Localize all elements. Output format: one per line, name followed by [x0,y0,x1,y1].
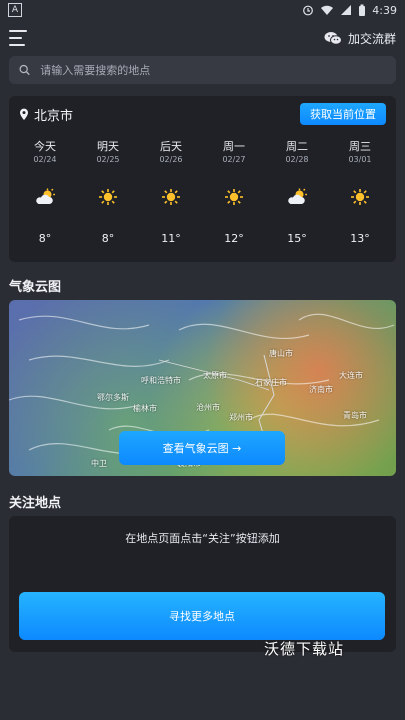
map-label: 榆林市 [133,404,157,413]
view-cloud-map-button[interactable]: 查看气象云图 → [119,431,285,465]
day-temp: 13° [350,232,370,245]
map-label: 石家庄市 [255,378,287,387]
forecast-day: 周二 02/28 15° [267,138,327,245]
map-label: 太原市 [203,371,227,380]
day-date: 02/25 [96,155,120,164]
cloud-map[interactable]: 呼和浩特市 鄂尔多斯 榆林市 太原市 石家庄市 济南市 郑州市 沧州市 青岛市 … [9,300,396,476]
top-bar: 加交流群 [0,24,405,52]
sun-icon [223,188,245,206]
forecast-day: 周一 02/27 12° [204,138,264,245]
cloud-section-title: 气象云图 [9,280,62,295]
map-label: 鄂尔多斯 [97,393,129,402]
day-temp: 11° [161,232,181,245]
forecast-card: 北京市 获取当前位置 今天 02/24 8° 明天 02/25 8° 后天 02/26 11° 周… [9,96,396,262]
forecast-header: 北京市 获取当前位置 [9,96,396,132]
menu-icon[interactable] [9,30,27,46]
map-label: 呼和浩特市 [141,376,181,385]
map-label: 青岛市 [343,411,367,420]
signal-icon [341,5,352,15]
find-more-places-button[interactable]: 寻找更多地点 [19,592,385,640]
day-date: 02/24 [33,155,57,164]
follow-card: 在地点页面点击“关注”按钮添加 寻找更多地点 [9,516,396,652]
cloud-sun-icon [34,188,56,206]
location-name: 北京市 [34,108,74,124]
map-label: 中卫 [91,459,107,468]
search-icon [19,64,30,76]
day-name: 周三 [349,140,371,153]
status-time: 4:39 [372,3,397,17]
sun-icon [160,188,182,206]
map-label: 郑州市 [229,413,253,422]
day-date: 03/01 [348,155,372,164]
join-group-label: 加交流群 [347,31,396,46]
battery-icon [359,4,366,16]
day-name: 周二 [286,140,308,153]
forecast-day: 今天 02/24 8° [15,138,75,245]
get-location-button[interactable]: 获取当前位置 [300,103,386,125]
status-right: 4:39 [302,4,397,17]
map-label: 大连市 [339,371,363,380]
forecast-day: 明天 02/25 8° [78,138,138,245]
day-temp: 12° [224,232,244,245]
map-label: 唐山市 [269,349,293,358]
location: 北京市 [19,105,73,124]
forecast-days: 今天 02/24 8° 明天 02/25 8° 后天 02/26 11° 周一 02/27 12° 周二… [9,138,396,245]
wechat-icon [324,31,342,45]
cloud-sun-icon [286,188,308,206]
day-name: 后天 [160,140,182,153]
join-group-link[interactable]: 加交流群 [324,30,396,47]
status-bar: A 4:39 [0,0,405,20]
day-temp: 8° [101,232,115,245]
map-label: 济南市 [309,385,333,394]
day-date: 02/27 [222,155,246,164]
day-name: 周一 [223,140,245,153]
follow-section-title: 关注地点 [9,496,62,511]
day-name: 明天 [97,140,119,153]
follow-hint: 在地点页面点击“关注”按钮添加 [125,532,280,545]
day-date: 02/26 [159,155,183,164]
forecast-day: 周三 03/01 13° [330,138,390,245]
watermark: 沃德下载站 [264,640,345,658]
day-temp: 8° [38,232,52,245]
map-label: 沧州市 [196,403,220,412]
alarm-icon [303,5,314,16]
forecast-day: 后天 02/26 11° [141,138,201,245]
sun-icon [349,188,371,206]
search-bar[interactable] [9,56,396,84]
day-temp: 15° [287,232,307,245]
status-left: A [8,3,22,17]
day-date: 02/28 [285,155,309,164]
wifi-icon [321,5,334,15]
app-notification-icon: A [8,3,22,17]
sun-icon [97,188,119,206]
search-input[interactable] [38,62,386,78]
day-name: 今天 [34,140,56,153]
location-pin-icon [20,108,28,120]
